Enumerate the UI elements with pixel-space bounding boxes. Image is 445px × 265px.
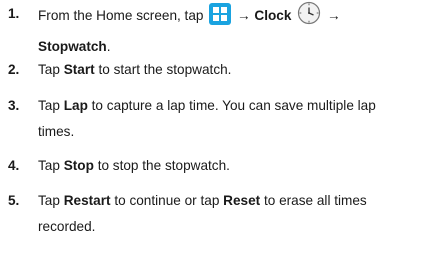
step-text: Tap Stop to stop the stopwatch. [38, 153, 439, 179]
step-text: Tap Lap to capture a lap time. You can s… [38, 93, 439, 145]
step-1: 1. From the Home screen, tap → Clock → S… [0, 1, 445, 54]
step-text: Tap Start to start the stopwatch. [38, 57, 439, 83]
stop-label: Stop [63, 158, 94, 173]
step-number: 5. [8, 193, 20, 208]
step-4: 4. Tap Stop to stop the stopwatch. [0, 153, 445, 179]
apps-grid-icon [209, 3, 232, 34]
reset-label: Reset [223, 193, 261, 208]
step-post-continued: times. [38, 124, 75, 139]
arrow-2: → [327, 8, 341, 23]
step-post: to erase all times [263, 193, 367, 208]
clock-icon [297, 1, 321, 34]
step-post: to stop the stopwatch. [97, 158, 230, 173]
step-pre: Tap [38, 98, 60, 113]
step-number: 2. [8, 62, 20, 77]
step-post-continued: recorded. [38, 219, 96, 234]
step-text: From the Home screen, tap → Clock → Stop… [38, 1, 439, 60]
step-3: 3. Tap Lap to capture a lap time. You ca… [0, 93, 445, 145]
step-pre: Tap [38, 158, 60, 173]
stopwatch-label: Stopwatch [38, 39, 107, 54]
step-number: 3. [8, 98, 20, 113]
clock-label: Clock [254, 8, 292, 23]
start-label: Start [63, 62, 95, 77]
step-text: Tap Restart to continue or tap Reset to … [38, 188, 439, 240]
step-instruction: From the Home screen, tap [38, 8, 204, 23]
step-post: to start the stopwatch. [98, 62, 232, 77]
step-mid: to continue or tap [114, 193, 220, 208]
restart-label: Restart [63, 193, 111, 208]
arrow-1: → [237, 8, 251, 23]
step-end: . [106, 39, 111, 54]
step-pre: Tap [38, 62, 60, 77]
step-pre: Tap [38, 193, 60, 208]
step-number: 4. [8, 158, 20, 173]
step-post: to capture a lap time. You can save mult… [91, 98, 376, 113]
step-5: 5. Tap Restart to continue or tap Reset … [0, 188, 445, 240]
lap-label: Lap [63, 98, 88, 113]
step-2: 2. Tap Start to start the stopwatch. [0, 57, 445, 83]
step-number: 1. [8, 6, 20, 21]
